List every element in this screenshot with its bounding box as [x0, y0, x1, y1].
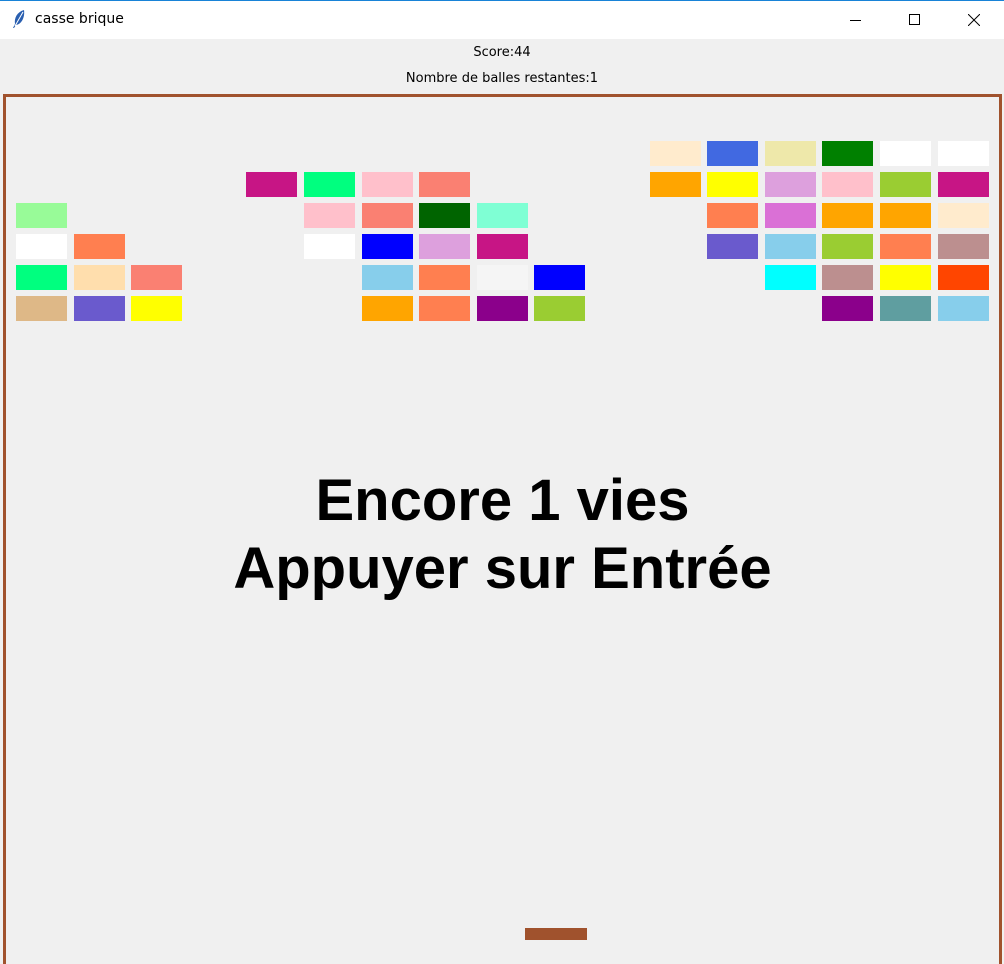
brick	[131, 296, 182, 321]
brick	[938, 296, 989, 321]
brick	[477, 234, 528, 259]
brick	[938, 265, 989, 290]
brick	[16, 234, 67, 259]
brick	[765, 203, 816, 228]
brick	[16, 296, 67, 321]
brick	[765, 265, 816, 290]
brick	[822, 234, 873, 259]
brick	[880, 172, 931, 197]
brick	[304, 172, 355, 197]
brick	[16, 265, 67, 290]
brick	[938, 203, 989, 228]
brick	[246, 172, 297, 197]
brick	[362, 203, 413, 228]
brick	[707, 141, 758, 166]
maximize-icon	[909, 14, 920, 25]
brick	[707, 234, 758, 259]
brick	[880, 265, 931, 290]
brick	[304, 234, 355, 259]
brick	[419, 296, 470, 321]
brick	[938, 234, 989, 259]
brick	[650, 141, 701, 166]
balls-remaining-label: Nombre de balles restantes:1	[405, 71, 599, 86]
brick	[419, 234, 470, 259]
brick	[74, 234, 125, 259]
game-message: Encore 1 vies Appuyer sur Entrée	[6, 467, 999, 603]
brick	[822, 296, 873, 321]
feather-icon	[11, 9, 27, 29]
brick	[419, 172, 470, 197]
brick	[880, 296, 931, 321]
brick	[765, 234, 816, 259]
brick	[304, 203, 355, 228]
brick	[880, 234, 931, 259]
window-title: casse brique	[35, 11, 124, 27]
maximize-button[interactable]	[887, 1, 945, 40]
brick	[765, 172, 816, 197]
brick	[362, 265, 413, 290]
close-button[interactable]	[946, 1, 1004, 40]
brick	[880, 141, 931, 166]
brick	[707, 172, 758, 197]
brick	[362, 296, 413, 321]
close-icon	[968, 14, 980, 26]
lives-message: Encore 1 vies	[315, 468, 690, 533]
brick	[822, 265, 873, 290]
brick	[419, 265, 470, 290]
brick	[765, 141, 816, 166]
brick	[938, 172, 989, 197]
brick	[16, 203, 67, 228]
brick	[938, 141, 989, 166]
brick	[131, 265, 182, 290]
brick	[477, 203, 528, 228]
title-bar: casse brique	[0, 0, 1004, 39]
brick	[707, 203, 758, 228]
brick	[822, 172, 873, 197]
brick	[822, 203, 873, 228]
brick	[534, 265, 585, 290]
brick	[74, 296, 125, 321]
minimize-icon	[850, 20, 861, 21]
brick	[650, 172, 701, 197]
score-label: Score:44	[473, 45, 531, 60]
brick	[477, 265, 528, 290]
brick	[880, 203, 931, 228]
brick	[362, 234, 413, 259]
brick	[74, 265, 125, 290]
brick	[362, 172, 413, 197]
brick	[534, 296, 585, 321]
press-enter-message: Appuyer sur Entrée	[233, 536, 772, 601]
minimize-button[interactable]	[828, 1, 886, 40]
game-canvas[interactable]: Encore 1 vies Appuyer sur Entrée	[3, 94, 1002, 964]
paddle	[525, 928, 587, 940]
brick	[419, 203, 470, 228]
brick	[477, 296, 528, 321]
brick	[822, 141, 873, 166]
